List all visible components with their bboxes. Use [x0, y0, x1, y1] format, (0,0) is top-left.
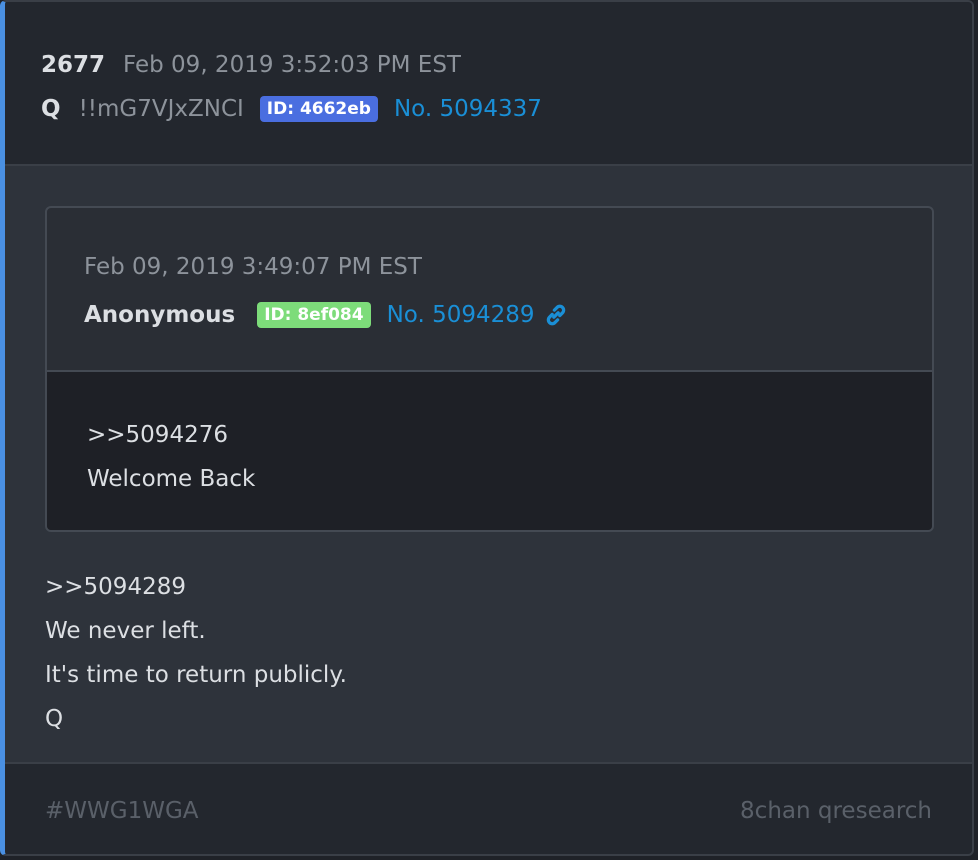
drop-text-line: It's time to return publicly. [45, 662, 347, 688]
quoted-post: Feb 09, 2019 3:49:07 PM EST Anonymous ID… [45, 206, 934, 532]
quoted-timestamp: Feb 09, 2019 3:49:07 PM EST [84, 254, 422, 280]
drop-tripcode: !!mG7VJxZNCI [78, 96, 244, 122]
footer-hashtag: #WWG1WGA [45, 798, 199, 824]
drop-post-link[interactable]: No. 5094337 [394, 96, 542, 122]
drop-number: 2677 [41, 52, 106, 78]
drop-timestamp: Feb 09, 2019 3:52:03 PM EST [123, 52, 461, 78]
drop-header: 2677 Feb 09, 2019 3:52:03 PM EST Q !!mG7… [5, 2, 972, 166]
link-icon[interactable] [543, 302, 569, 328]
drop-author: Q [41, 96, 61, 122]
quoted-reply-ref[interactable]: >>5094276 [87, 422, 228, 448]
quoted-post-link[interactable]: No. 5094289 [387, 302, 535, 328]
quoted-post-header: Feb 09, 2019 3:49:07 PM EST Anonymous ID… [47, 208, 932, 372]
quoted-id-badge: ID: 8ef084 [257, 302, 371, 328]
drop-meta: 2677 Feb 09, 2019 3:52:03 PM EST [41, 48, 461, 82]
drop-signature: Q [45, 706, 64, 732]
quoted-author: Anonymous [84, 302, 236, 328]
drop-card: 2677 Feb 09, 2019 3:52:03 PM EST Q !!mG7… [0, 0, 974, 856]
drop-reply-ref[interactable]: >>5094289 [45, 574, 186, 600]
quoted-text-line: Welcome Back [87, 466, 256, 492]
drop-author-line: Q !!mG7VJxZNCI ID: 4662eb No. 5094337 [41, 92, 542, 126]
quoted-post-body: >>5094276 Welcome Back [47, 372, 932, 530]
drop-footer: #WWG1WGA 8chan qresearch [5, 762, 972, 854]
quoted-author-line: Anonymous ID: 8ef084 No. 5094289 [84, 298, 569, 332]
drop-id-badge: ID: 4662eb [259, 96, 378, 122]
footer-source: 8chan qresearch [740, 798, 932, 824]
drop-text-line: We never left. [45, 618, 206, 644]
